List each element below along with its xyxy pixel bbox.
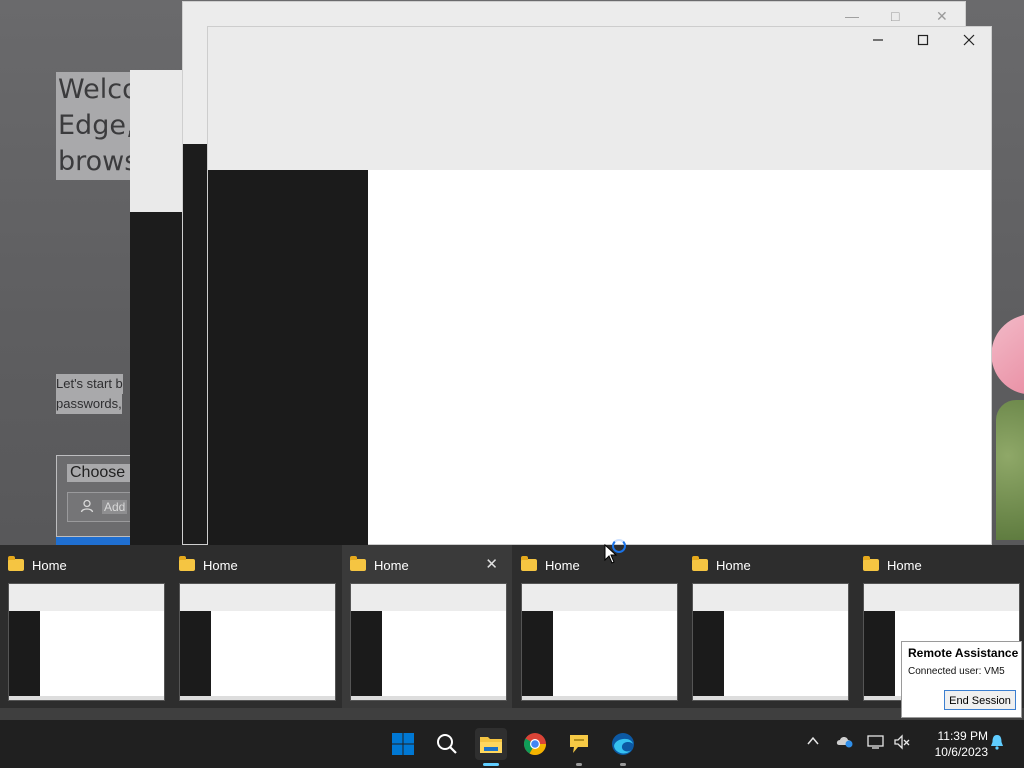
thumbnail-home-3[interactable]: Home ✕ (342, 545, 512, 708)
navigation-pane[interactable] (208, 170, 368, 546)
switcher-bottom-strip (0, 708, 1024, 720)
clock-date: 10/6/2023 (934, 745, 988, 759)
search-icon[interactable] (431, 728, 463, 760)
thumbnail-preview (179, 583, 336, 701)
thumbnail-home-1[interactable]: Home (0, 545, 170, 708)
remote-assistance-popup: Remote Assistance Connected user: VM5 En… (901, 641, 1022, 718)
start-icon[interactable] (387, 728, 419, 760)
maximize-icon[interactable]: □ (891, 8, 899, 24)
folder-icon (692, 556, 708, 571)
thumbnail-title: Home (545, 557, 580, 573)
thumbnail-home-5[interactable]: Home (684, 545, 854, 708)
file-explorer-window (207, 26, 992, 546)
thumbnail-preview (350, 583, 507, 701)
background-window-1-titlebar (130, 70, 190, 212)
remote-assistance-title: Remote Assistance (908, 646, 1019, 660)
cactus-plant (996, 400, 1024, 540)
person-icon (80, 499, 94, 516)
notification-bell-icon[interactable] (989, 734, 1005, 753)
busy-spinner-icon (612, 539, 626, 553)
thumbnail-home-4[interactable]: Home (513, 545, 683, 708)
chrome-icon[interactable] (519, 728, 551, 760)
chevron-up-icon[interactable] (806, 734, 820, 751)
folder-icon (521, 556, 537, 571)
thumbnail-home-2[interactable]: Home (171, 545, 341, 708)
welcome-line-2: Edge, (56, 108, 137, 144)
folder-icon (863, 556, 879, 571)
add-profile-label: Add (102, 500, 128, 514)
clock-time: 11:39 PM (937, 729, 988, 743)
system-clock[interactable]: 11:39 PM 10/6/2023 (918, 728, 988, 760)
running-indicator (620, 763, 626, 766)
close-icon[interactable] (954, 33, 984, 51)
connected-user-label: Connected user: VM5 (908, 666, 1005, 677)
window-titlebar (208, 27, 991, 170)
close-icon[interactable]: ✕ (936, 8, 948, 25)
minimize-icon[interactable] (863, 33, 893, 51)
welcome-sub-line-2: passwords, (56, 394, 122, 414)
feedback-hub-icon[interactable] (563, 728, 595, 766)
thumbnail-preview (8, 583, 165, 701)
welcome-line-3: brows (56, 144, 141, 180)
folder-icon (8, 556, 24, 571)
thumbnail-title: Home (203, 557, 238, 573)
content-pane[interactable] (368, 170, 991, 544)
edge-icon[interactable] (607, 728, 639, 766)
folder-icon (350, 556, 366, 571)
taskbar-thumbnail-switcher: Home Home Home ✕ Home Home Home (0, 545, 1024, 708)
welcome-sub-line-1: Let's start b (56, 374, 123, 394)
minimize-icon[interactable]: — (845, 8, 859, 24)
volume-muted-icon[interactable] (893, 734, 911, 753)
thumbnail-title: Home (887, 557, 922, 573)
blue-button-edge (56, 537, 130, 545)
running-indicator (576, 763, 582, 766)
close-icon[interactable]: ✕ (485, 555, 498, 573)
maximize-icon[interactable] (908, 33, 938, 51)
file-explorer-icon[interactable] (475, 728, 507, 766)
network-icon[interactable] (867, 734, 885, 753)
thumbnail-title: Home (374, 557, 409, 573)
folder-icon (179, 556, 195, 571)
end-session-button[interactable]: End Session (944, 690, 1016, 710)
active-indicator (483, 763, 499, 766)
background-window-1 (130, 70, 190, 545)
taskbar: 11:39 PM 10/6/2023 (0, 720, 1024, 768)
thumbnail-title: Home (32, 557, 67, 573)
thumbnail-preview (692, 583, 849, 701)
welcome-line-1: Welco (56, 72, 141, 108)
onedrive-icon[interactable] (836, 734, 854, 751)
thumbnail-title: Home (716, 557, 751, 573)
thumbnail-preview (521, 583, 678, 701)
